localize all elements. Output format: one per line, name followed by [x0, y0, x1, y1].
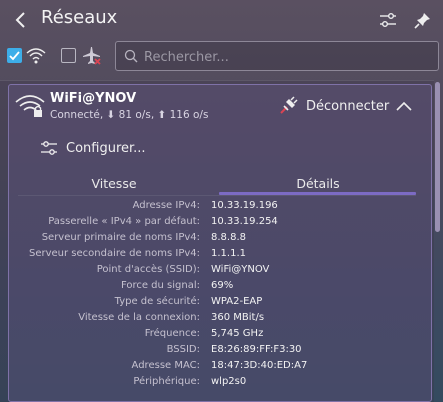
detail-row: BSSID: E8:26:89:FF:F3:30	[0, 344, 434, 360]
connection-status: Connecté, ⬇ 81 o/s, ⬆ 116 o/s	[50, 109, 209, 121]
detail-value: E8:26:89:FF:F3:30	[211, 344, 302, 355]
detail-row: Périphérique: wlp2s0	[0, 376, 434, 392]
detail-row: Adresse IPv4: 10.33.19.196	[0, 200, 434, 216]
wifi-checkbox[interactable]	[7, 48, 22, 63]
detail-value: 360 MBit/s	[211, 312, 265, 323]
detail-value: 69%	[211, 280, 234, 291]
disconnect-button[interactable]: Déconnecter	[278, 94, 389, 118]
detail-row: Serveur secondaire de noms IPv4: 1.1.1.1	[0, 248, 434, 264]
back-button[interactable]	[8, 8, 34, 32]
checkmark-icon	[9, 51, 20, 61]
configure-button[interactable]: Configurer...	[40, 137, 146, 159]
collapse-button[interactable]	[393, 97, 415, 115]
scrollbar[interactable]	[435, 82, 440, 232]
detail-key: Force du signal:	[120, 280, 200, 291]
header: Réseaux	[0, 0, 443, 40]
detail-key: Type de sécurité:	[114, 296, 200, 307]
pin-button[interactable]	[411, 8, 435, 32]
wifi-locked-icon	[15, 95, 45, 117]
detail-row: Passerelle « IPv4 » par défaut: 10.33.19.…	[0, 216, 434, 232]
detail-key: Adresse MAC:	[131, 360, 200, 371]
detail-key: Point d'accès (SSID):	[96, 264, 200, 275]
disconnect-plug-icon	[280, 96, 298, 114]
sliders-icon	[41, 141, 57, 155]
detail-value: WPA2-EAP	[211, 296, 263, 307]
detail-value: 10.33.19.196	[211, 200, 278, 211]
detail-key: Fréquence:	[144, 328, 200, 339]
tab-speed[interactable]: Vitesse	[14, 176, 214, 196]
detail-key: Adresse IPv4:	[132, 200, 200, 211]
sliders-icon	[380, 13, 396, 27]
detail-value: 5,745 GHz	[211, 328, 264, 339]
detail-value: WiFi@YNOV	[211, 264, 270, 275]
detail-value: 1.1.1.1	[211, 248, 246, 259]
tab-divider	[18, 195, 416, 196]
detail-value: wlp2s0	[211, 376, 247, 387]
page-title: Réseaux	[41, 7, 118, 28]
detail-row: Serveur primaire de noms IPv4: 8.8.8.8	[0, 232, 434, 248]
chevron-up-icon	[396, 101, 412, 111]
airplane-icon	[81, 46, 103, 66]
detail-key: Serveur secondaire de noms IPv4:	[29, 248, 200, 259]
detail-row: Point d'accès (SSID): WiFi@YNOV	[0, 264, 434, 280]
pin-icon	[414, 13, 430, 29]
detail-value: 8.8.8.8	[211, 232, 246, 243]
disconnect-label: Déconnecter	[306, 98, 390, 114]
detail-row: Force du signal: 69%	[0, 280, 434, 296]
detail-row: Adresse MAC: 18:47:3D:40:ED:A7	[0, 360, 434, 376]
network-name: WiFi@YNOV	[50, 91, 137, 106]
detail-key: Périphérique:	[133, 376, 200, 387]
airplane-mode-checkbox[interactable]	[61, 48, 76, 63]
detail-value: 10.33.19.254	[211, 216, 278, 227]
detail-key: Serveur primaire de noms IPv4:	[41, 232, 200, 243]
detail-value: 18:47:3D:40:ED:A7	[211, 360, 308, 371]
configure-label: Configurer...	[66, 140, 146, 156]
wifi-icon	[25, 46, 47, 66]
configure-networks-button[interactable]	[376, 8, 400, 32]
detail-row: Type de sécurité: WPA2-EAP	[0, 296, 434, 312]
detail-key: BSSID:	[166, 344, 200, 355]
toolbar	[0, 40, 443, 74]
detail-key: Vitesse de la connexion:	[78, 312, 200, 323]
search-field[interactable]	[115, 41, 439, 71]
active-tab-indicator	[219, 192, 416, 195]
search-input[interactable]	[144, 47, 429, 67]
detail-row: Fréquence: 5,745 GHz	[0, 328, 434, 344]
chevron-left-icon	[15, 12, 25, 28]
detail-key: Passerelle « IPv4 » par défaut:	[48, 216, 200, 227]
search-icon	[124, 49, 138, 63]
detail-row: Vitesse de la connexion: 360 MBit/s	[0, 312, 434, 328]
